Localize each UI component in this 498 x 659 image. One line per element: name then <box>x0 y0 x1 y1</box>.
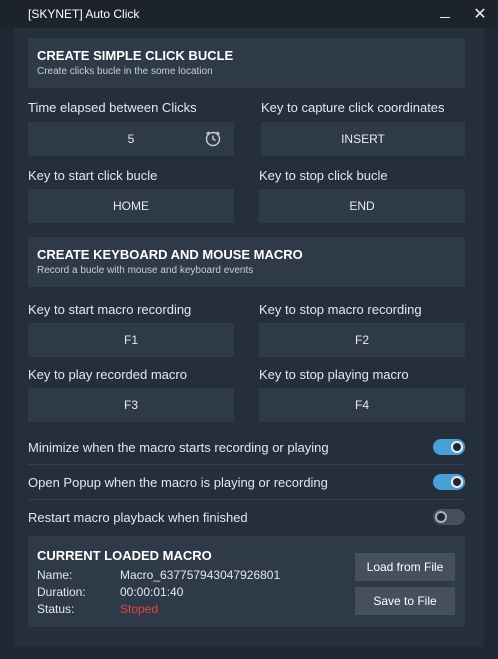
play-label: Key to play recorded macro <box>28 367 187 382</box>
toggle-knob <box>451 476 463 488</box>
section-subtitle: Create clicks bucle in the some location <box>37 66 213 77</box>
time-elapsed-input[interactable]: 5 <box>28 122 234 156</box>
close-button[interactable]: ✕ <box>468 2 492 26</box>
stop-rec-input[interactable]: F2 <box>259 323 465 357</box>
option-restart: Restart macro playback when finished <box>28 500 465 534</box>
save-to-file-button[interactable]: Save to File <box>355 587 455 615</box>
section-title: CREATE SIMPLE CLICK BUCLE <box>37 48 234 63</box>
option-label: Open Popup when the macro is playing or … <box>28 475 328 490</box>
stop-rec-value: F2 <box>354 333 369 347</box>
option-minimize: Minimize when the macro starts recording… <box>28 430 465 464</box>
close-icon: ✕ <box>473 6 487 23</box>
toggle-knob <box>451 441 463 453</box>
macro-header: CREATE KEYBOARD AND MOUSE MACRO Record a… <box>28 237 465 287</box>
stop-bucle-input[interactable]: END <box>259 189 465 223</box>
loaded-macro-title: CURRENT LOADED MACRO <box>37 548 212 563</box>
name-value: Macro_637757943047926801 <box>120 568 281 582</box>
main-panel: CREATE SIMPLE CLICK BUCLE Create clicks … <box>14 28 484 647</box>
duration-label: Duration: <box>37 585 86 599</box>
start-bucle-input[interactable]: HOME <box>28 189 234 223</box>
play-input[interactable]: F3 <box>28 388 234 422</box>
simple-click-header: CREATE SIMPLE CLICK BUCLE Create clicks … <box>28 38 465 88</box>
section-subtitle: Record a bucle with mouse and keyboard e… <box>37 265 254 276</box>
clock-icon[interactable] <box>204 130 222 148</box>
option-label: Minimize when the macro starts recording… <box>28 440 329 455</box>
minimize-icon <box>440 16 450 18</box>
status-label: Status: <box>37 602 75 616</box>
minimize-toggle[interactable] <box>433 439 465 455</box>
section-title: CREATE KEYBOARD AND MOUSE MACRO <box>37 247 303 262</box>
restart-toggle[interactable] <box>433 509 465 525</box>
start-rec-input[interactable]: F1 <box>28 323 234 357</box>
start-bucle-label: Key to start click bucle <box>28 168 158 183</box>
stop-bucle-label: Key to stop click bucle <box>259 168 388 183</box>
capture-key-value: INSERT <box>341 132 385 146</box>
duration-value: 00:00:01:40 <box>120 585 184 599</box>
start-rec-value: F1 <box>123 333 138 347</box>
popup-toggle[interactable] <box>433 474 465 490</box>
status-value: Stoped <box>120 602 159 616</box>
capture-key-input[interactable]: INSERT <box>261 122 465 156</box>
minimize-button[interactable] <box>433 2 457 26</box>
name-label: Name: <box>37 568 73 582</box>
title-bar: [SKYNET] Auto Click ✕ <box>0 0 498 28</box>
capture-key-label: Key to capture click coordinates <box>261 100 445 115</box>
start-bucle-value: HOME <box>113 199 149 213</box>
option-label: Restart macro playback when finished <box>28 510 248 525</box>
stop-rec-label: Key to stop macro recording <box>259 302 422 317</box>
window-title: [SKYNET] Auto Click <box>28 7 140 21</box>
time-elapsed-label: Time elapsed between Clicks <box>28 100 197 115</box>
play-value: F3 <box>123 398 138 412</box>
stop-play-label: Key to stop playing macro <box>259 367 409 382</box>
time-elapsed-value: 5 <box>127 132 135 146</box>
stop-play-value: F4 <box>354 398 369 412</box>
load-from-file-button[interactable]: Load from File <box>355 553 455 581</box>
option-popup: Open Popup when the macro is playing or … <box>28 465 465 499</box>
stop-play-input[interactable]: F4 <box>259 388 465 422</box>
start-rec-label: Key to start macro recording <box>28 302 192 317</box>
toggle-knob <box>435 511 447 523</box>
loaded-macro-panel: CURRENT LOADED MACRO Name: Macro_6377579… <box>28 536 465 627</box>
stop-bucle-value: END <box>349 199 375 213</box>
